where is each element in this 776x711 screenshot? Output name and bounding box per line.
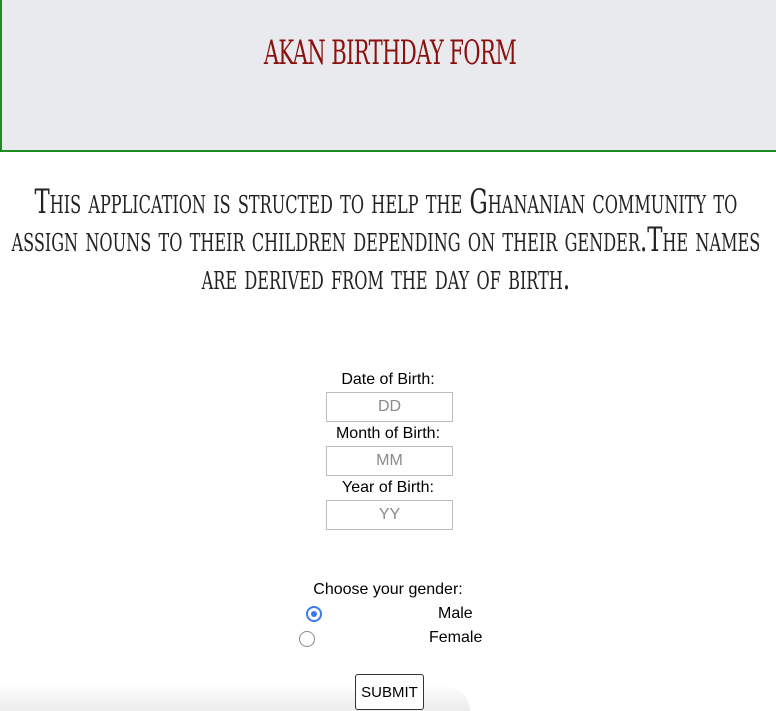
page-title: Akan birthday form <box>263 33 517 73</box>
day-input[interactable] <box>326 392 453 422</box>
page-header: Akan birthday form <box>0 0 776 152</box>
month-label: Month of Birth: <box>335 425 441 442</box>
intro-text-block: This application is structed to help the… <box>4 183 772 297</box>
gender-radio-female[interactable] <box>299 631 315 647</box>
day-label: Date of Birth: <box>341 371 435 388</box>
gender-option-female-label: Female <box>429 629 483 646</box>
year-label: Year of Birth: <box>342 479 434 496</box>
intro-text: This application is structed to help the… <box>11 182 761 298</box>
submit-button[interactable]: SUBMIT <box>355 674 424 710</box>
year-input[interactable] <box>326 500 453 530</box>
gender-radio-male[interactable] <box>306 606 322 622</box>
gender-option-male-label: Male <box>438 605 473 622</box>
gender-label: Choose your gender: <box>313 581 463 598</box>
month-input[interactable] <box>326 446 453 476</box>
